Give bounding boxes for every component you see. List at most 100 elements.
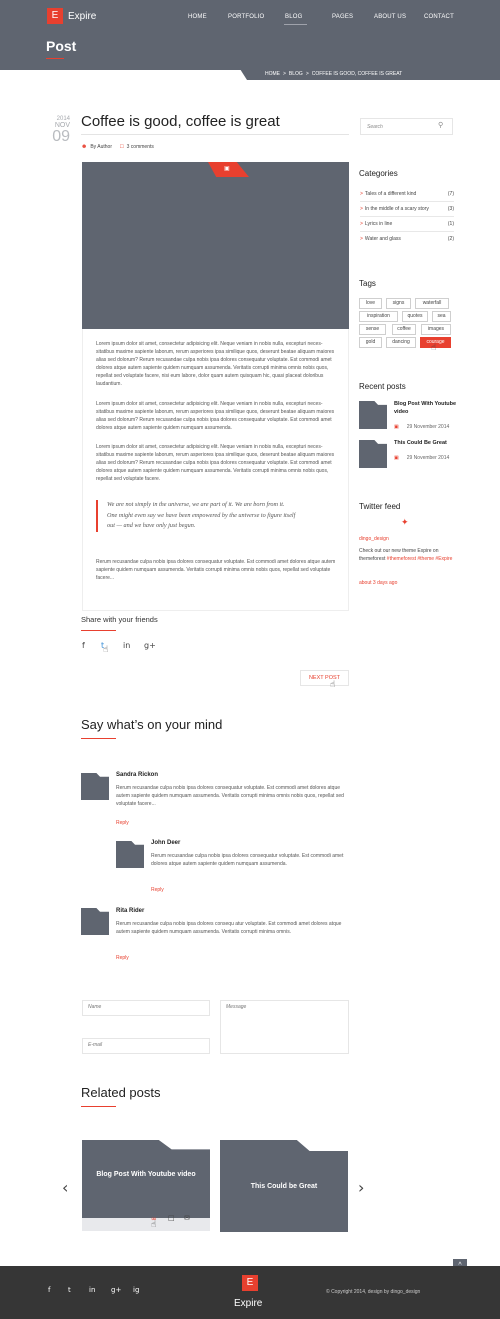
comment-icon: □ <box>120 144 124 150</box>
post-author[interactable]: By Author <box>90 144 112 150</box>
chevron-left-icon[interactable]: ‹ <box>62 1178 68 1197</box>
category-count: (7) <box>447 191 454 197</box>
nav-active-indicator <box>284 24 307 25</box>
category-item[interactable]: > Lyrics in line (1) <box>360 217 454 232</box>
name-field[interactable]: Name <box>82 1000 210 1016</box>
breadcrumb-blog[interactable]: BLOG <box>289 71 303 77</box>
tag[interactable]: waterfall <box>415 298 449 309</box>
breadcrumb-separator: > <box>305 71 309 77</box>
breadcrumb-separator: > <box>283 71 286 77</box>
related-card-title[interactable]: This Could be Great <box>220 1183 348 1190</box>
category-item[interactable]: > In the middle of a scary story (3) <box>360 202 454 217</box>
tag[interactable]: sense <box>359 324 386 335</box>
post-meta: ☻ By Author □ 3 comments <box>81 144 154 150</box>
tag[interactable]: love <box>359 298 382 309</box>
reply-link[interactable]: Reply <box>116 820 129 826</box>
tweet-hashtags[interactable]: #themeforest #theme #Expire <box>387 556 453 562</box>
category-label[interactable]: Water and glass <box>365 236 401 242</box>
page-title-underline <box>46 58 64 59</box>
tag[interactable]: images <box>421 324 451 335</box>
twitter-icon[interactable]: t <box>68 1286 71 1294</box>
instagram-icon[interactable]: ig <box>133 1286 139 1294</box>
breadcrumb-current: COFFEE IS GOOD, COFFEE IS GREAT <box>311 71 403 77</box>
footer-copyright: © Copyright 2014, design by dingo_design <box>326 1289 421 1295</box>
message-field[interactable]: Message <box>220 1000 349 1054</box>
post-comment-count[interactable]: 3 comments <box>127 144 154 150</box>
post-title: Coffee is good, coffee is great <box>81 113 280 130</box>
comment-icon[interactable]: □ <box>168 1214 175 1222</box>
category-label[interactable]: Tales of a different kind <box>365 191 416 197</box>
comment-author: Sandra Rickon <box>116 772 159 778</box>
footer-brand: Expire <box>234 1298 263 1309</box>
recent-post-title[interactable]: This Could Be Great <box>394 439 464 447</box>
category-item[interactable]: > Tales of a different kind (7) <box>360 187 454 202</box>
chevron-right-icon[interactable]: › <box>358 1178 364 1197</box>
google-plus-icon[interactable]: g+ <box>144 641 156 650</box>
category-label[interactable]: In the middle of a scary story <box>365 206 429 212</box>
tag[interactable]: dancing <box>386 337 416 348</box>
recent-post-title[interactable]: Blog Post With Youtube video <box>394 400 464 416</box>
user-icon: ☻ <box>81 144 88 150</box>
category-count: (3) <box>447 206 454 212</box>
title-divider <box>81 134 349 135</box>
related-card-actions <box>82 1218 210 1231</box>
search-icon[interactable]: ⚲ <box>438 121 443 129</box>
email-field[interactable]: E-mail <box>82 1038 210 1054</box>
site-footer <box>0 1266 500 1319</box>
category-item[interactable]: > Water and glass (2) <box>360 232 454 247</box>
reply-link[interactable]: Reply <box>151 887 164 893</box>
footer-logo-mark[interactable]: E <box>242 1275 258 1291</box>
nav-pages[interactable]: PAGES <box>332 14 353 20</box>
site-logo[interactable]: E Expire <box>47 8 96 24</box>
next-post-button[interactable]: NEXT POST <box>300 670 349 686</box>
breadcrumb-home[interactable]: HOME <box>265 71 280 77</box>
calendar-icon: ▣ <box>394 455 399 461</box>
tweet-text: Check out our new theme Expire on themef… <box>359 547 459 563</box>
avatar <box>81 773 109 800</box>
recent-post-thumbnail[interactable] <box>359 440 387 468</box>
avatar <box>116 841 144 868</box>
nav-about-us[interactable]: ABOUT US <box>374 14 406 20</box>
tag[interactable]: sea <box>432 311 451 322</box>
tag[interactable]: quotes <box>402 311 428 322</box>
logo-mark: E <box>47 8 63 24</box>
tweet-time[interactable]: about 3 days ago <box>359 580 397 586</box>
tag[interactable]: inspiration <box>359 311 398 322</box>
nav-home[interactable]: HOME <box>188 14 207 20</box>
recent-post-date: ▣ 29 November 2014 <box>394 424 449 430</box>
reply-link[interactable]: Reply <box>116 955 129 961</box>
calendar-icon: ▣ <box>394 424 399 430</box>
comments-title: Say what’s on your mind <box>81 717 223 732</box>
hand-cursor-icon: ☝ <box>330 680 336 690</box>
facebook-icon[interactable]: f <box>82 641 85 650</box>
hand-cursor-icon: ☝ <box>103 645 109 655</box>
post-day: 09 <box>52 128 70 145</box>
breadcrumb-notch <box>240 69 247 80</box>
nav-contact[interactable]: CONTACT <box>424 14 454 20</box>
tag[interactable]: coffee <box>392 324 416 335</box>
avatar <box>81 908 109 935</box>
comment-text: Rerum recusandae culpa nobis ipsa dolore… <box>151 853 344 867</box>
hand-cursor-icon: ☝ <box>431 343 437 353</box>
tag[interactable]: gold <box>359 337 382 348</box>
category-label[interactable]: Lyrics in line <box>365 221 392 227</box>
recent-post-thumbnail[interactable] <box>359 401 387 429</box>
linkedin-icon[interactable]: in <box>123 641 130 650</box>
tweet-user[interactable]: dingo_design <box>359 536 389 542</box>
facebook-icon[interactable]: f <box>48 1286 50 1294</box>
google-plus-icon[interactable]: g+ <box>111 1286 121 1294</box>
related-card[interactable] <box>82 1140 210 1218</box>
related-card-title[interactable]: Blog Post With Youtube video <box>82 1171 210 1178</box>
comment-text: Rerum recusandae culpa nobis ipsa dolore… <box>116 785 344 807</box>
tags-title: Tags <box>359 279 376 288</box>
comment-author: Rita Rider <box>116 908 145 914</box>
nav-portfolio[interactable]: PORTFOLIO <box>228 14 264 20</box>
mail-icon[interactable]: ✉ <box>184 1214 190 1222</box>
hand-cursor-icon: ☝ <box>151 1220 157 1230</box>
linkedin-icon[interactable]: in <box>89 1286 95 1294</box>
nav-blog[interactable]: BLOG <box>285 14 302 20</box>
post-paragraph: Lorem ipsum dolor sit amet, consectetur … <box>96 444 335 482</box>
tag[interactable]: signs <box>386 298 411 309</box>
page-title: Post <box>46 38 77 54</box>
comments-title-underline <box>81 738 116 739</box>
